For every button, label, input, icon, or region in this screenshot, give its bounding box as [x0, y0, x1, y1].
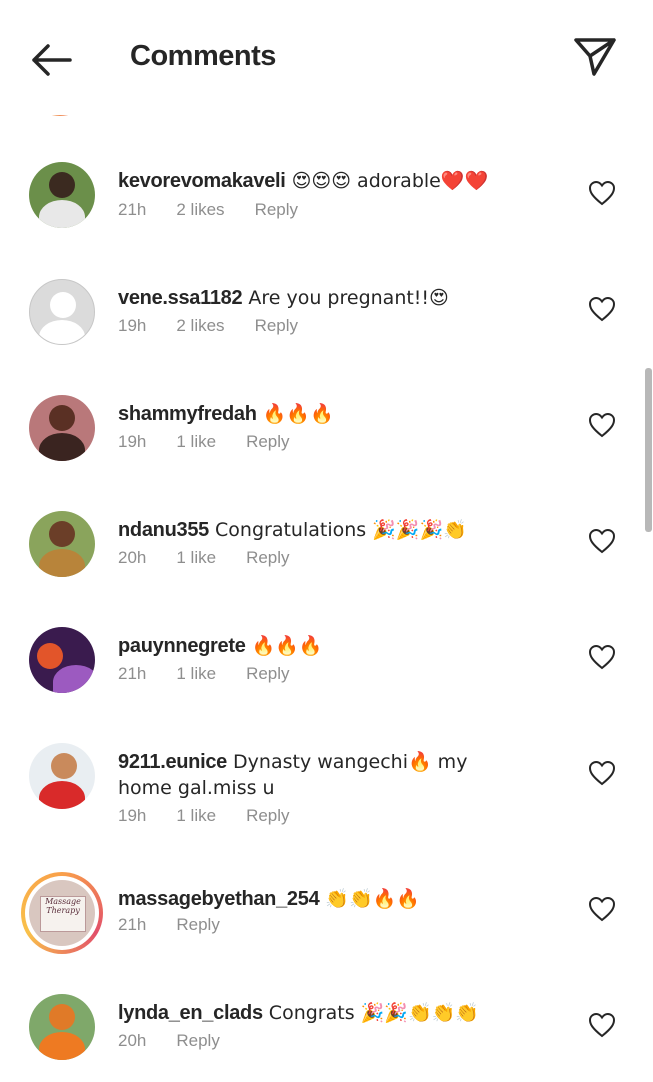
avatar-logo-text: Massage Therapy [40, 896, 86, 932]
comment-meta: 19h 1 like Reply [118, 432, 320, 452]
page-title: Comments [130, 40, 276, 72]
avatar[interactable] [29, 162, 95, 228]
back-arrow-icon [32, 44, 72, 76]
heart-icon[interactable] [588, 644, 616, 670]
reply-button[interactable]: Reply [246, 432, 289, 452]
comment-likes[interactable]: 2 likes [176, 200, 224, 220]
comment-username[interactable]: kevorevomakaveli [118, 170, 286, 192]
comment-text: 9211.eunice Dynasty wangechi🔥 my home ga… [118, 749, 518, 801]
comment-meta: 21h Reply [118, 915, 250, 935]
avatar[interactable] [29, 743, 95, 809]
avatar[interactable] [29, 395, 95, 461]
comment-text: pauynnegrete 🔥🔥🔥 [118, 633, 538, 659]
paper-plane-icon [574, 38, 616, 76]
avatar[interactable] [29, 627, 95, 693]
comment-time: 19h [118, 432, 147, 451]
comment-time: 21h [118, 200, 147, 219]
comment-username[interactable]: 9211.eunice [118, 751, 227, 773]
reply-button[interactable]: Reply [176, 1031, 219, 1051]
comment-body: 😍😍😍 adorable❤️❤️ [285, 170, 489, 192]
comment-time: 20h [118, 548, 147, 567]
comment-meta: 21h 2 likes Reply [118, 200, 328, 220]
comment-meta: 20h 1 like Reply [118, 548, 320, 568]
comment-meta: 21h 1 like Reply [118, 664, 320, 684]
avatar[interactable] [29, 511, 95, 577]
comment-meta: 20h Reply [118, 1031, 250, 1051]
comment-username[interactable]: ndanu355 [118, 519, 209, 541]
avatar[interactable] [29, 279, 95, 345]
scrollbar[interactable] [645, 368, 652, 532]
heart-icon[interactable] [588, 296, 616, 322]
comment-likes[interactable]: 1 like [176, 664, 216, 684]
comment-time: 20h [118, 1031, 147, 1050]
comment-time: 21h [118, 664, 147, 683]
comment-text: shammyfredah 🔥🔥🔥 [118, 401, 538, 427]
comment-time: 19h [118, 806, 147, 825]
comment-body: 👏👏🔥🔥 [319, 888, 421, 910]
heart-icon[interactable] [588, 412, 616, 438]
share-button[interactable] [572, 34, 618, 78]
heart-icon[interactable] [588, 896, 616, 922]
heart-icon[interactable] [588, 180, 616, 206]
comment-likes[interactable]: 2 likes [176, 316, 224, 336]
comment-likes[interactable]: 1 like [176, 432, 216, 452]
comment-body: Congrats 🎉🎉👏👏👏 [262, 1002, 479, 1024]
comment-time: 21h [118, 915, 147, 934]
comment-time: 19h [118, 316, 147, 335]
comment-body: Are you pregnant!!😍 [242, 287, 449, 309]
comment-body: 🔥🔥🔥 [245, 635, 323, 657]
comment-text: massagebyethan_254 👏👏🔥🔥 [118, 886, 538, 912]
reply-button[interactable]: Reply [255, 200, 298, 220]
comment-username[interactable]: massagebyethan_254 [118, 888, 320, 910]
heart-icon[interactable] [588, 528, 616, 554]
comment-username[interactable]: vene.ssa1182 [118, 287, 243, 309]
reply-button[interactable]: Reply [255, 316, 298, 336]
avatar[interactable] [29, 994, 95, 1060]
comment-text: vene.ssa1182 Are you pregnant!!😍 [118, 285, 538, 311]
comment-meta: 19h 2 likes Reply [118, 316, 328, 336]
comment-username[interactable]: lynda_en_clads [118, 1002, 263, 1024]
comment-username[interactable]: pauynnegrete [118, 635, 246, 657]
comment-text: ndanu355 Congratulations 🎉🎉🎉👏 [118, 517, 538, 543]
story-ring-avatar[interactable]: Massage Therapy [21, 872, 103, 954]
reply-button[interactable]: Reply [246, 664, 289, 684]
comment-body: 🔥🔥🔥 [256, 403, 334, 425]
comment-likes[interactable]: 1 like [176, 548, 216, 568]
heart-icon[interactable] [588, 1012, 616, 1038]
comment-username[interactable]: shammyfredah [118, 403, 257, 425]
reply-button[interactable]: Reply [246, 806, 289, 826]
reply-button[interactable]: Reply [246, 548, 289, 568]
header-bar: Comments [0, 0, 653, 115]
back-button[interactable] [28, 40, 74, 80]
comment-text: kevorevomakaveli 😍😍😍 adorable❤️❤️ [118, 168, 538, 194]
heart-icon[interactable] [588, 760, 616, 786]
comment-meta: 19h 1 like Reply [118, 806, 320, 826]
reply-button[interactable]: Reply [176, 915, 219, 935]
comment-likes[interactable]: 1 like [176, 806, 216, 826]
comment-body: Congratulations 🎉🎉🎉👏 [208, 519, 467, 541]
comment-text: lynda_en_clads Congrats 🎉🎉👏👏👏 [118, 1000, 538, 1026]
